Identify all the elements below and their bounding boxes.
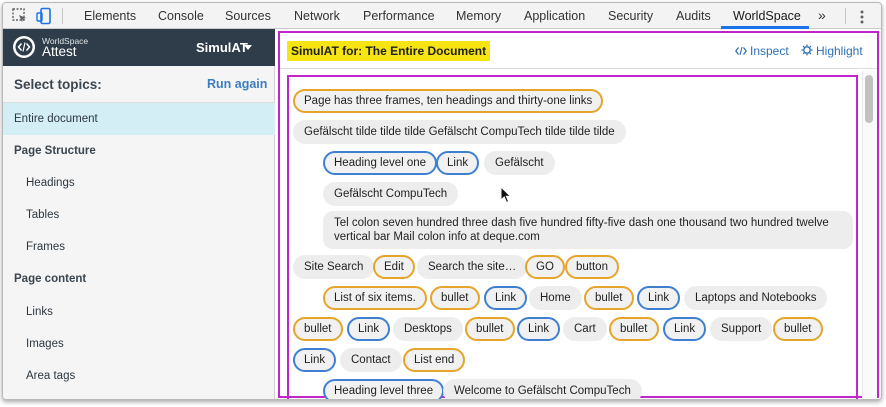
topic-images[interactable]: Images <box>3 328 275 360</box>
simulat-chip[interactable]: Edit <box>373 255 415 279</box>
simulat-chip[interactable]: Contact <box>340 348 402 372</box>
tab-application[interactable]: Application <box>524 3 585 29</box>
simulat-chip[interactable]: button <box>565 255 619 279</box>
inspect-button[interactable]: Inspect <box>735 44 789 58</box>
simulat-chip[interactable]: Laptops and Notebooks <box>684 286 828 310</box>
tab-audits[interactable]: Audits <box>676 3 711 29</box>
simulat-chip[interactable]: Link <box>347 317 391 341</box>
more-tabs-button[interactable]: » <box>818 3 826 29</box>
simulat-chip[interactable]: Cart <box>563 317 607 341</box>
brand-bar: WorldSpace Attest SimulAT <box>3 29 275 66</box>
main-highlight-frame: SimulAT for: The Entire Document Inspect… <box>278 31 879 399</box>
simulat-main-pane: SimulAT for: The Entire Document Inspect… <box>275 29 881 399</box>
simulat-chip[interactable]: Welcome to Gefälscht CompuTech <box>443 379 642 399</box>
scrollbar-thumb[interactable] <box>865 75 873 123</box>
tab-performance[interactable]: Performance <box>363 3 435 29</box>
inspect-element-icon[interactable] <box>11 7 29 25</box>
topic-links[interactable]: Links <box>3 296 275 328</box>
simulat-chip[interactable]: Link <box>517 317 561 341</box>
topic-page-content[interactable]: Page content <box>3 263 275 295</box>
topic-headings[interactable]: Headings <box>3 167 275 199</box>
simulat-chip[interactable]: Site Search <box>293 255 375 279</box>
simulat-chip[interactable]: Gefälscht tilde tilde tilde Gefälscht Co… <box>293 120 626 144</box>
simulat-chip[interactable]: Link <box>484 286 528 310</box>
topic-frames[interactable]: Frames <box>3 231 275 263</box>
toolbar-separator <box>845 8 846 24</box>
toolbar-separator <box>62 8 63 24</box>
device-toolbar-icon[interactable] <box>35 7 53 25</box>
simulat-chip[interactable]: Home <box>529 286 582 310</box>
simulat-chip[interactable]: bullet <box>584 286 634 310</box>
tab-security[interactable]: Security <box>608 3 653 29</box>
inspect-label: Inspect <box>750 44 789 58</box>
simulat-chip[interactable]: Gefälscht <box>484 151 555 175</box>
simulat-chip[interactable]: Heading level three <box>323 379 445 399</box>
mouse-pointer-icon <box>500 186 512 204</box>
tab-console[interactable]: Console <box>158 3 204 29</box>
simulat-chip[interactable]: bullet <box>609 317 659 341</box>
run-again-button[interactable]: Run again <box>207 77 267 91</box>
main-header: SimulAT for: The Entire Document Inspect… <box>280 33 877 69</box>
topics-title: Select topics: <box>14 77 102 92</box>
simulat-chip[interactable]: Gefälscht CompuTech <box>323 182 459 206</box>
simulation-content: Page has three frames, ten headings and … <box>287 75 858 399</box>
kebab-menu-icon[interactable] <box>855 9 869 25</box>
simulat-chip[interactable]: Support <box>710 317 773 341</box>
simulat-chip[interactable]: Desktops <box>393 317 463 341</box>
highlight-button[interactable]: Highlight <box>801 44 863 58</box>
simulat-chip[interactable]: Link <box>663 317 707 341</box>
simulat-chip[interactable]: Search the site… <box>417 255 528 279</box>
chevron-down-icon[interactable] <box>244 45 252 50</box>
worldspace-logo-icon <box>13 36 35 58</box>
simulat-chip[interactable]: bullet <box>773 317 823 341</box>
page-title: SimulAT for: The Entire Document <box>287 41 491 61</box>
topic-tables[interactable]: Tables <box>3 199 275 231</box>
simulat-chip[interactable]: bullet <box>430 286 480 310</box>
tab-sources[interactable]: Sources <box>225 3 271 29</box>
gear-icon <box>801 44 813 56</box>
simulat-chip[interactable]: Link <box>436 151 480 175</box>
simulat-chip[interactable]: Heading level one <box>323 151 438 175</box>
simulat-chip[interactable]: GO <box>525 255 565 279</box>
simulat-chip[interactable]: bullet <box>293 317 343 341</box>
product-selector[interactable]: SimulAT <box>196 40 248 55</box>
simulat-chip[interactable]: Link <box>637 286 681 310</box>
code-icon <box>735 46 747 56</box>
simulat-chip[interactable]: Page has three frames, ten headings and … <box>293 89 604 113</box>
simulat-chip[interactable]: bullet <box>465 317 515 341</box>
simulat-chip[interactable]: List end <box>403 348 466 372</box>
devtools-window: Elements Console Sources Network Perform… <box>2 2 882 400</box>
tab-memory[interactable]: Memory <box>456 3 501 29</box>
topic-entire-document[interactable]: Entire document <box>3 103 275 135</box>
tab-network[interactable]: Network <box>294 3 340 29</box>
highlight-label: Highlight <box>816 44 863 58</box>
topic-page-structure[interactable]: Page Structure <box>3 135 275 167</box>
simulat-chip[interactable]: Tel colon seven hundred three dash five … <box>323 211 853 249</box>
devtools-tab-bar: Elements Console Sources Network Perform… <box>3 3 881 29</box>
topics-sidebar: WorldSpace Attest SimulAT Select topics:… <box>3 29 275 399</box>
topic-area-tags[interactable]: Area tags <box>3 360 275 392</box>
tab-elements[interactable]: Elements <box>84 3 136 29</box>
brand-name: Attest <box>42 44 77 59</box>
simulat-chip[interactable]: Link <box>293 348 337 372</box>
topics-header: Select topics: Run again <box>3 66 275 103</box>
simulat-chip[interactable]: List of six items. <box>323 286 427 310</box>
